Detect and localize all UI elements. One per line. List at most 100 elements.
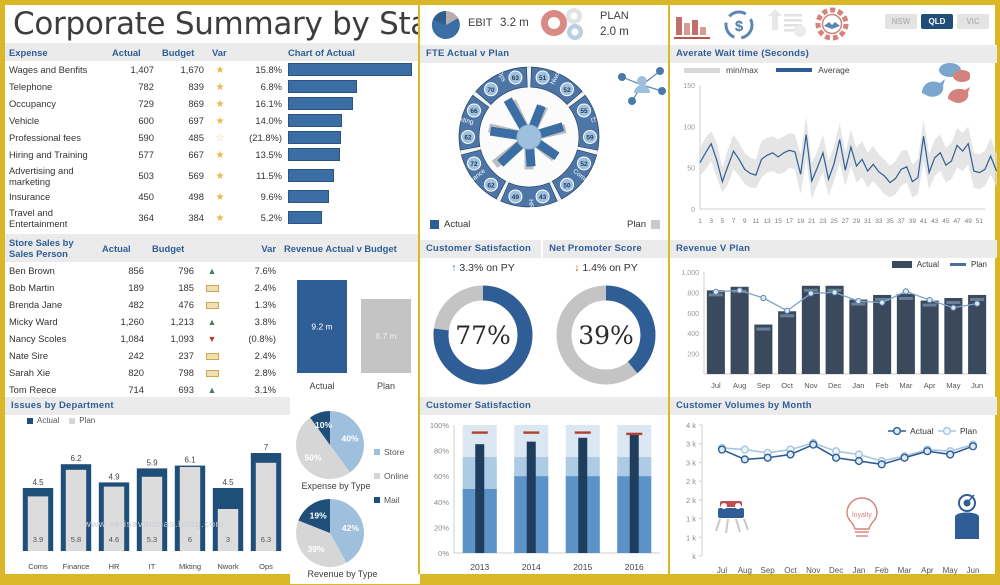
expense-budget: 384 — [188, 212, 204, 223]
svg-text:59: 59 — [586, 135, 594, 142]
svg-text:51: 51 — [976, 218, 984, 225]
svg-text:Plan: Plan — [377, 381, 395, 391]
pie-legend-label: Store — [384, 447, 405, 457]
svg-text:2014: 2014 — [522, 562, 541, 572]
svg-text:150: 150 — [683, 83, 695, 90]
table-row[interactable]: Vehicle 600 697 ★ 14.0% — [5, 112, 420, 129]
table-row[interactable]: Occupancy 729 869 ★ 16.1% — [5, 95, 420, 112]
svg-text:HR: HR — [109, 562, 120, 571]
target-person-icon — [955, 494, 979, 539]
svg-text:45: 45 — [942, 218, 950, 225]
expense-bar — [288, 97, 353, 110]
pie-legend-item[interactable]: Mail — [374, 495, 409, 505]
report-document-icon[interactable] — [762, 8, 810, 42]
gear-handshake-icon[interactable] — [810, 7, 854, 43]
svg-text:May: May — [946, 381, 960, 390]
sales-actual: 820 — [128, 367, 144, 378]
svg-text:49: 49 — [965, 218, 973, 225]
expense-var: 6.8% — [260, 81, 282, 92]
table-row[interactable]: Hiring and Training 577 667 ★ 13.5% — [5, 146, 420, 163]
left-column: Corporate Summary by State Expense Actua… — [5, 5, 460, 584]
expense-actual: 503 — [138, 170, 154, 181]
expense-actual: 577 — [138, 149, 154, 160]
expense-bar — [288, 190, 329, 203]
col-sales-var[interactable]: Var — [198, 234, 280, 262]
expense-actual: 364 — [138, 212, 154, 223]
state-filter[interactable]: NSW QLD VIC — [885, 14, 989, 29]
svg-text:6.1: 6.1 — [184, 456, 196, 465]
table-row[interactable]: Wages and Benfits 1,407 1,670 ★ 15.8% — [5, 61, 420, 78]
table-row[interactable]: Insurance 450 498 ★ 9.6% — [5, 188, 420, 205]
col-sales-actual[interactable]: Actual — [98, 234, 148, 262]
col-revenue-actual-v-budget[interactable]: Revenue Actual v Budget — [280, 234, 420, 262]
col-actual[interactable]: Actual — [108, 43, 158, 61]
expense-bar-cell — [286, 163, 420, 188]
svg-text:Dec: Dec — [829, 566, 843, 575]
col-chart-of-actual[interactable]: Chart of Actual — [286, 43, 420, 61]
pie-legend-item[interactable]: Online — [374, 471, 409, 481]
col-budget[interactable]: Budget — [158, 43, 208, 61]
table-row[interactable]: Professional fees 590 485 ☆ (21.8%) — [5, 129, 420, 146]
svg-text:70: 70 — [487, 87, 495, 94]
expense-var: 16.1% — [255, 98, 282, 109]
expense-actual: 600 — [138, 115, 154, 126]
svg-text:41: 41 — [920, 218, 928, 225]
svg-text:2 k: 2 k — [686, 496, 696, 505]
sales-var: 7.6% — [254, 265, 276, 276]
svg-text:19: 19 — [797, 218, 805, 225]
star-icon: ★ — [215, 115, 225, 127]
satisfaction-kpi-panel: Customer Satisfaction Net Promoter Score… — [420, 240, 670, 397]
sales-var: 1.3% — [254, 299, 276, 310]
svg-text:Oct: Oct — [784, 566, 797, 575]
svg-text:52: 52 — [580, 161, 588, 168]
dollar-recycle-icon[interactable]: $ — [718, 9, 760, 43]
col-sales-budget[interactable]: Budget — [148, 234, 198, 262]
state-button-vic[interactable]: VIC — [957, 14, 989, 29]
sales-budget: 476 — [178, 299, 194, 310]
state-button-nsw[interactable]: NSW — [885, 14, 917, 29]
pie-legend-label: Mail — [384, 495, 400, 505]
star-icon: ★ — [215, 81, 225, 93]
expense-bar — [288, 148, 340, 161]
table-row[interactable]: Telephone 782 839 ★ 6.8% — [5, 78, 420, 95]
svg-text:40%: 40% — [342, 433, 359, 443]
svg-text:Aug: Aug — [733, 381, 746, 390]
expense-actual: 590 — [138, 132, 154, 143]
svg-text:27: 27 — [842, 218, 850, 225]
svg-text:11: 11 — [753, 218, 760, 225]
issues-legend-plan-label: Plan — [79, 416, 96, 425]
expense-name: Telephone — [9, 81, 53, 92]
pie-legend-label: Online — [384, 471, 409, 481]
svg-text:Feb: Feb — [876, 381, 889, 390]
svg-text:39%: 39% — [308, 544, 325, 554]
svg-text:Aug: Aug — [738, 566, 752, 575]
sales-budget: 237 — [178, 350, 194, 361]
svg-text:Nwork: Nwork — [217, 562, 239, 571]
expense-bar-cell — [286, 146, 420, 163]
svg-text:Apr: Apr — [921, 566, 934, 575]
table-row[interactable]: Advertising and marketing 503 569 ★ 11.5% — [5, 163, 420, 188]
svg-text:47: 47 — [953, 218, 961, 225]
issues-legend-plan[interactable]: Plan — [69, 416, 95, 425]
volumes-panel-title: Customer Volumes by Month — [670, 397, 997, 415]
bar-chart-icon[interactable] — [672, 9, 716, 43]
col-expense[interactable]: Expense — [5, 43, 108, 61]
table-row[interactable]: Travel and Entertainment 364 384 ★ 5.2% — [5, 205, 420, 230]
issues-legend-actual-label: Actual — [37, 416, 60, 425]
sales-person-name: Nancy Scoles — [9, 333, 67, 344]
pie-legend-item[interactable]: Store — [374, 447, 409, 457]
trend-icon — [198, 279, 226, 296]
svg-text:2016: 2016 — [625, 562, 644, 572]
expense-name: Wages and Benfits — [9, 64, 88, 75]
sales-actual: 1,084 — [120, 333, 144, 344]
csat-kpi-title: Customer Satisfaction — [420, 240, 542, 258]
svg-text:50%: 50% — [304, 452, 321, 462]
col-var[interactable]: Var — [208, 43, 286, 61]
volumes-panel: Customer Volumes by Month k 1 k 1 k 2 k 2 k 3… — [670, 397, 997, 584]
col-sales-person[interactable]: Store Sales by Sales Person — [5, 234, 98, 262]
svg-text:Feb: Feb — [875, 566, 889, 575]
state-button-qld[interactable]: QLD — [921, 14, 953, 29]
svg-text:800: 800 — [687, 290, 699, 297]
issues-legend-actual[interactable]: Actual — [27, 416, 59, 425]
revenue-actual-v-budget-chart: 9.2 m Actual 8.7 m Plan — [291, 273, 417, 395]
